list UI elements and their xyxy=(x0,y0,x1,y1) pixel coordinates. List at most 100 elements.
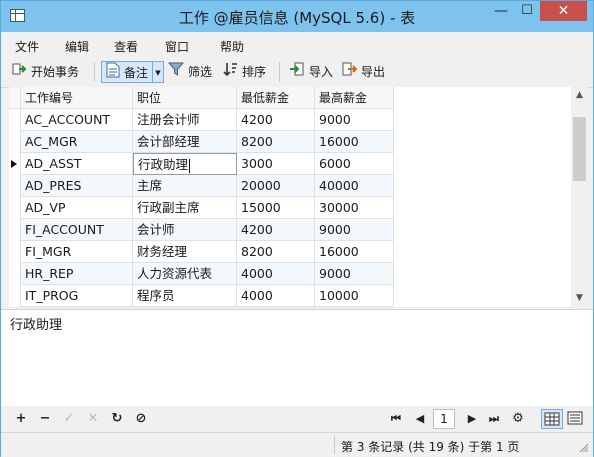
cell-max-salary[interactable]: 16000 xyxy=(315,131,394,153)
memo-text[interactable]: 行政助理 xyxy=(10,314,62,333)
cell-min-salary[interactable]: 8200 xyxy=(237,241,315,263)
previous-page-icon[interactable]: ◀ xyxy=(413,411,427,427)
cell-min-salary[interactable]: 4200 xyxy=(237,109,315,131)
row-marker[interactable] xyxy=(9,197,21,219)
cell-title[interactable]: 行政副主席 xyxy=(133,197,237,219)
grid-vertical-scrollbar[interactable]: ▲ ▼ xyxy=(571,87,588,307)
row-marker[interactable] xyxy=(9,241,21,263)
scrollbar-thumb[interactable] xyxy=(573,117,586,181)
sort-button[interactable]: 排序 xyxy=(222,61,266,83)
cell-min-salary[interactable]: 15000 xyxy=(237,197,315,219)
cell-max-salary[interactable]: 9000 xyxy=(315,219,394,241)
cell-min-salary[interactable]: 3000 xyxy=(237,153,315,175)
cell-max-salary[interactable]: 9000 xyxy=(315,109,394,131)
delete-record-icon[interactable]: − xyxy=(38,411,52,427)
refresh-icon[interactable]: ↻ xyxy=(110,411,124,427)
discard-changes-icon[interactable]: ✕ xyxy=(86,411,100,427)
cell-title[interactable]: 程序员 xyxy=(133,285,237,307)
grid-view-button[interactable] xyxy=(541,409,563,429)
cell-title[interactable]: 会计部经理 xyxy=(133,131,237,153)
column-header-min-salary[interactable]: 最低薪金 xyxy=(237,87,315,109)
menu-view[interactable]: 查看 xyxy=(114,38,138,55)
filter-button[interactable]: 筛选 xyxy=(167,61,212,83)
cell-job-id[interactable]: AC_ACCOUNT xyxy=(21,109,133,131)
page-number-field[interactable]: 1 xyxy=(433,409,455,429)
export-button[interactable]: 导出 xyxy=(341,61,385,83)
table-row[interactable]: HR_REP 人力资源代表 4000 9000 xyxy=(9,263,394,285)
cell-title[interactable]: 会计师 xyxy=(133,219,237,241)
current-row-arrow-icon xyxy=(11,160,17,168)
cell-max-salary[interactable]: 40000 xyxy=(315,175,394,197)
cell-job-id[interactable]: AD_PRES xyxy=(21,175,133,197)
cell-min-salary[interactable]: 20000 xyxy=(237,175,315,197)
next-page-icon[interactable]: ▶ xyxy=(465,411,479,427)
begin-transaction-button[interactable]: 开始事务 xyxy=(11,61,79,83)
cell-max-salary[interactable]: 9000 xyxy=(315,263,394,285)
cell-title-editing[interactable]: 行政助理 xyxy=(133,153,237,175)
cell-max-salary[interactable]: 16000 xyxy=(315,241,394,263)
scroll-down-arrow-icon[interactable]: ▼ xyxy=(571,290,588,307)
settings-gear-icon[interactable]: ⚙ xyxy=(511,411,525,427)
form-view-button[interactable] xyxy=(565,409,587,429)
row-marker[interactable] xyxy=(9,175,21,197)
cell-min-salary[interactable]: 4200 xyxy=(237,219,315,241)
table-row[interactable]: FI_MGR 财务经理 8200 16000 xyxy=(9,241,394,263)
row-marker[interactable] xyxy=(9,263,21,285)
scroll-up-arrow-icon[interactable]: ▲ xyxy=(571,87,588,104)
status-bar: 第 3 条记录 (共 19 条) 于第 1 页 xyxy=(1,432,593,457)
menu-help[interactable]: 帮助 xyxy=(220,38,244,55)
import-button[interactable]: 导入 xyxy=(289,61,333,83)
table-row[interactable]: AC_MGR 会计部经理 8200 16000 xyxy=(9,131,394,153)
table-row[interactable]: AD_PRES 主席 20000 40000 xyxy=(9,175,394,197)
cell-job-id[interactable]: IT_PROG xyxy=(21,285,133,307)
row-marker[interactable] xyxy=(9,131,21,153)
cell-job-id[interactable]: AD_VP xyxy=(21,197,133,219)
add-record-icon[interactable]: + xyxy=(14,411,28,427)
row-marker[interactable] xyxy=(9,109,21,131)
cell-max-salary[interactable]: 6000 xyxy=(315,153,394,175)
menu-window[interactable]: 窗口 xyxy=(165,38,189,55)
table-row[interactable]: AC_ACCOUNT 注册会计师 4200 9000 xyxy=(9,109,394,131)
minimize-button[interactable]: — xyxy=(488,1,514,21)
row-marker-current[interactable] xyxy=(9,153,21,175)
menu-file[interactable]: 文件 xyxy=(15,38,39,55)
memo-panel[interactable]: 行政助理 xyxy=(1,309,593,407)
menu-bar: 文件 编辑 查看 窗口 帮助 xyxy=(1,32,593,57)
table-row[interactable]: FI_ACCOUNT 会计师 4200 9000 xyxy=(9,219,394,241)
resize-grip-icon[interactable] xyxy=(579,443,589,453)
menu-edit[interactable]: 编辑 xyxy=(65,38,89,55)
cell-title[interactable]: 人力资源代表 xyxy=(133,263,237,285)
cell-title-value: 行政助理 xyxy=(138,157,189,172)
column-header-max-salary[interactable]: 最高薪金 xyxy=(315,87,394,109)
maximize-button[interactable]: ☐ xyxy=(514,1,540,21)
cell-job-id[interactable]: FI_MGR xyxy=(21,241,133,263)
column-header-title[interactable]: 职位 xyxy=(133,87,237,109)
cell-max-salary[interactable]: 10000 xyxy=(315,285,394,307)
cell-job-id[interactable]: FI_ACCOUNT xyxy=(21,219,133,241)
close-button[interactable]: ✕ xyxy=(540,1,587,21)
cell-job-id[interactable]: HR_REP xyxy=(21,263,133,285)
cell-min-salary[interactable]: 8200 xyxy=(237,131,315,153)
record-navigation-bar: + − ✓ ✕ ↻ ⊘ ⏮ ◀ 1 ▶ ⏭ ⚙ xyxy=(1,406,593,432)
apply-changes-icon[interactable]: ✓ xyxy=(62,411,76,427)
column-header-job-id[interactable]: 工作编号 xyxy=(21,87,133,109)
stop-icon[interactable]: ⊘ xyxy=(134,411,148,427)
cell-title[interactable]: 注册会计师 xyxy=(133,109,237,131)
status-separator xyxy=(334,436,335,454)
first-page-icon[interactable]: ⏮ xyxy=(389,411,403,427)
row-marker[interactable] xyxy=(9,285,21,307)
row-marker[interactable] xyxy=(9,219,21,241)
cell-job-id[interactable]: AC_MGR xyxy=(21,131,133,153)
table-row[interactable]: AD_VP 行政副主席 15000 30000 xyxy=(9,197,394,219)
cell-title[interactable]: 财务经理 xyxy=(133,241,237,263)
cell-job-id[interactable]: AD_ASST xyxy=(21,153,133,175)
last-page-icon[interactable]: ⏭ xyxy=(487,411,501,427)
memo-button[interactable]: 备注 xyxy=(101,61,153,83)
cell-max-salary[interactable]: 30000 xyxy=(315,197,394,219)
table-row-current[interactable]: AD_ASST 行政助理 3000 6000 xyxy=(9,153,394,175)
cell-min-salary[interactable]: 4000 xyxy=(237,285,315,307)
memo-dropdown-arrow[interactable]: ▼ xyxy=(153,61,164,83)
cell-title[interactable]: 主席 xyxy=(133,175,237,197)
table-row[interactable]: IT_PROG 程序员 4000 10000 xyxy=(9,285,394,307)
cell-min-salary[interactable]: 4000 xyxy=(237,263,315,285)
